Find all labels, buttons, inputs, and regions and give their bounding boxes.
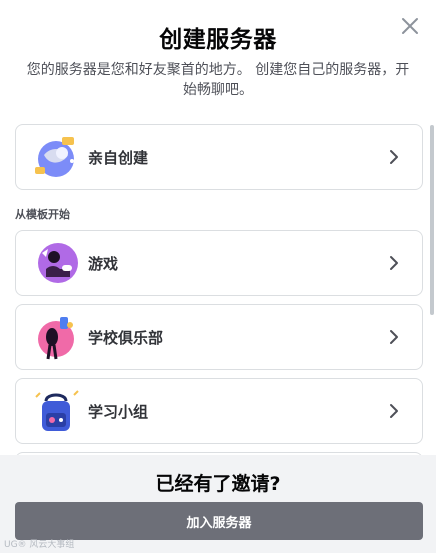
create-my-own-option[interactable]: 亲自创建 bbox=[15, 124, 423, 190]
template-study-group-label: 学习小组 bbox=[88, 402, 149, 421]
join-server-button[interactable]: 加入服务器 bbox=[15, 502, 423, 540]
template-study-group[interactable]: 学习小组 bbox=[15, 378, 423, 444]
create-my-own-label: 亲自创建 bbox=[88, 148, 149, 167]
globe-icon bbox=[32, 133, 80, 181]
chevron-right-icon bbox=[386, 329, 402, 345]
modal-subtitle: 您的服务器是您和好友聚首的地方。 创建您自己的服务器，开始畅聊吧。 bbox=[26, 62, 410, 98]
create-server-modal: 创建服务器 您的服务器是您和好友聚首的地方。 创建您自己的服务器，开始畅聊吧。 … bbox=[0, 0, 436, 553]
template-gaming[interactable]: 游戏 bbox=[15, 230, 423, 296]
watermark: UG® 风云大事组 bbox=[4, 540, 75, 550]
gaming-icon bbox=[32, 239, 80, 287]
scrollbar-thumb[interactable] bbox=[430, 125, 434, 315]
template-gaming-label: 游戏 bbox=[88, 254, 119, 273]
footer-title: 已经有了邀请? bbox=[155, 473, 281, 495]
template-school-club[interactable]: 学校俱乐部 bbox=[15, 304, 423, 370]
study-group-icon bbox=[32, 387, 80, 435]
template-school-club-label: 学校俱乐部 bbox=[88, 328, 164, 347]
school-club-icon bbox=[32, 313, 80, 361]
chevron-right-icon bbox=[386, 255, 402, 271]
template-section-label: 从模板开始 bbox=[15, 208, 70, 221]
modal-title: 创建服务器 bbox=[159, 27, 277, 53]
chevron-right-icon bbox=[386, 403, 402, 419]
footer: 已经有了邀请? 加入服务器 UG® 风云大事组 bbox=[0, 455, 436, 553]
chevron-right-icon bbox=[386, 149, 402, 165]
